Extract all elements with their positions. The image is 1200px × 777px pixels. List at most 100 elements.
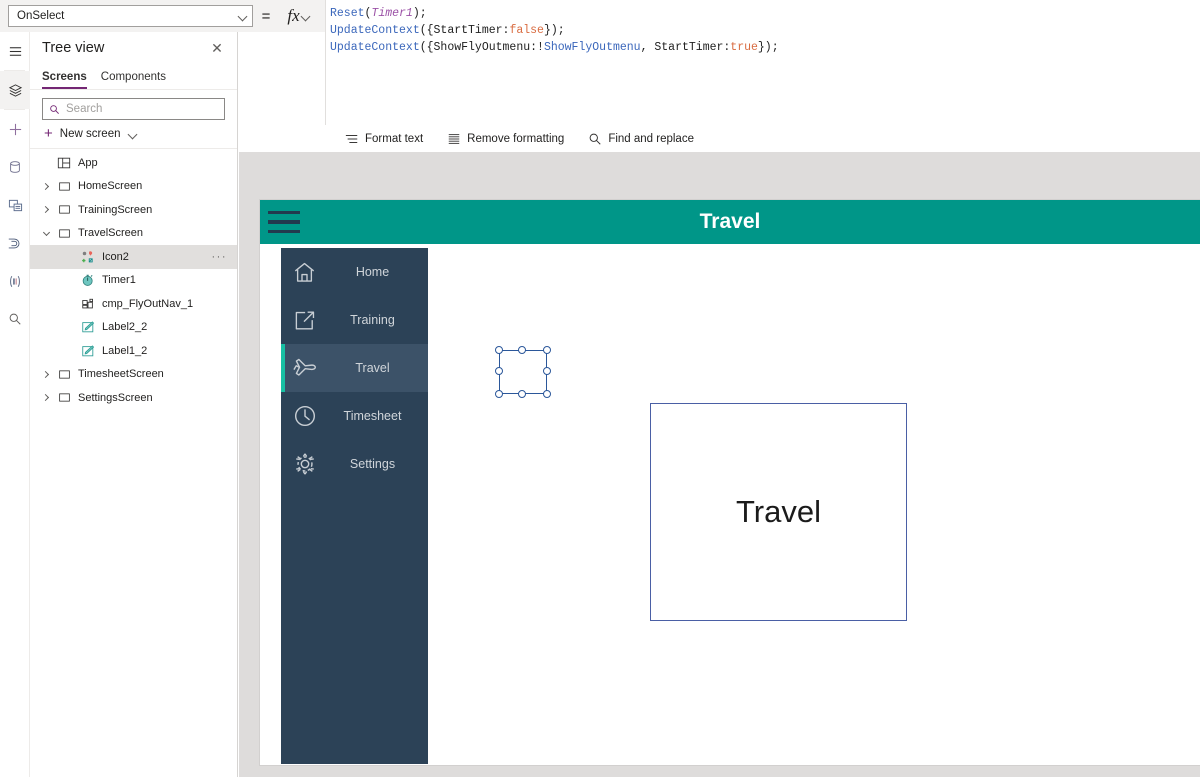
formula-token: Reset: [330, 7, 365, 20]
tree-item-trainingscreen[interactable]: TrainingScreen: [30, 198, 237, 222]
formula-token: ({StartTimer:: [420, 24, 510, 37]
home-icon: [284, 260, 325, 285]
remove-formatting-icon: [447, 132, 461, 146]
screen-icon: [54, 198, 74, 222]
tree-item-settingsscreen[interactable]: SettingsScreen: [30, 386, 237, 410]
formula-token: Timer1: [371, 7, 412, 20]
formula-line: Reset(Timer1);: [330, 5, 1196, 22]
tree-item-label: TravelScreen: [74, 227, 143, 239]
tree-view-search-wrap: Search: [30, 90, 237, 124]
nav-item-settings[interactable]: Settings: [281, 440, 428, 488]
search-icon: [8, 312, 22, 326]
remove-formatting-label: Remove formatting: [467, 133, 564, 145]
tab-components[interactable]: Components: [101, 71, 166, 89]
chevron-down-icon[interactable]: [38, 222, 54, 246]
gear-icon: [284, 451, 325, 477]
tree-arrow-placeholder: [62, 292, 78, 316]
chevron-right-icon[interactable]: [38, 386, 54, 410]
variables-icon-button[interactable]: [0, 262, 30, 300]
data-icon-button[interactable]: [0, 148, 30, 186]
formula-line: UpdateContext({StartTimer:false});: [330, 22, 1196, 39]
content-container[interactable]: Travel: [650, 403, 907, 621]
search-icon-button[interactable]: [0, 300, 30, 338]
fx-button[interactable]: fx: [279, 3, 319, 29]
find-and-replace-label: Find and replace: [608, 133, 694, 145]
chevron-right-icon[interactable]: [38, 175, 54, 199]
flyout-nav-menu: Home Training: [281, 248, 428, 764]
chevron-right-icon[interactable]: [38, 198, 54, 222]
app-header-title: Travel: [260, 200, 1200, 244]
tree-arrow-placeholder: [62, 339, 78, 363]
nav-item-timesheet[interactable]: Timesheet: [281, 392, 428, 440]
airplane-icon: [284, 355, 325, 382]
new-screen-button[interactable]: + New screen: [30, 124, 237, 149]
property-select-value: OnSelect: [17, 10, 239, 22]
tree-item-timer1[interactable]: Timer1: [30, 269, 237, 293]
component-icon: [78, 292, 98, 316]
tree-arrow-placeholder: [62, 245, 78, 269]
tree-item-icon2[interactable]: Icon2···: [30, 245, 237, 269]
tree-item-label: HomeScreen: [74, 180, 142, 192]
media-icon: [8, 198, 23, 213]
app-canvas[interactable]: Travel Home: [260, 200, 1200, 765]
hamburger-menu-icon-button[interactable]: [0, 32, 30, 70]
tree-item-label: TrainingScreen: [74, 204, 152, 216]
training-edit-icon: [284, 308, 325, 333]
format-text-label: Format text: [365, 133, 423, 145]
formula-token: });: [544, 24, 565, 37]
hamburger-bar: [268, 211, 300, 215]
nav-item-training-label: Training: [325, 313, 428, 327]
format-text-button[interactable]: Format text: [335, 129, 433, 149]
find-and-replace-button[interactable]: Find and replace: [578, 129, 704, 149]
close-icon[interactable]: ✕: [207, 38, 227, 58]
chevron-down-icon: [129, 130, 138, 139]
formula-text[interactable]: Reset(Timer1);UpdateContext({StartTimer:…: [330, 5, 1196, 56]
formula-toolbar: Format text Remove formatting Find and r…: [325, 125, 1200, 152]
search-input[interactable]: Search: [42, 98, 225, 120]
nav-item-travel[interactable]: Travel: [281, 344, 428, 392]
tree-item-app[interactable]: App: [30, 151, 237, 175]
tree-item-cmp_flyoutnav_1[interactable]: cmp_FlyOutNav_1: [30, 292, 237, 316]
power-automate-icon-button[interactable]: [0, 224, 30, 262]
insert-icon: [8, 122, 23, 137]
tree-item-label1_2[interactable]: Label1_2: [30, 339, 237, 363]
tree-view-icon-button[interactable]: [0, 71, 30, 109]
tree-view-tabs: Screens Components: [30, 64, 237, 90]
chevron-right-icon[interactable]: [38, 363, 54, 387]
hamburger-menu-icon: [8, 44, 23, 59]
fx-label: fx: [287, 6, 299, 26]
tree-item-label2_2[interactable]: Label2_2: [30, 316, 237, 340]
formula-line: UpdateContext({ShowFlyOutmenu:!ShowFlyOu…: [330, 39, 1196, 56]
tree-view-list: App HomeScreen TrainingScreen TravelScreen I…: [30, 149, 237, 410]
formula-token: false: [509, 24, 544, 37]
screen-icon: [54, 386, 74, 410]
tree-item-travelscreen[interactable]: TravelScreen: [30, 222, 237, 246]
insert-icon-button[interactable]: [0, 110, 30, 148]
nav-item-home[interactable]: Home: [281, 248, 428, 296]
tree-item-homescreen[interactable]: HomeScreen: [30, 175, 237, 199]
new-screen-label: New screen: [60, 128, 121, 140]
property-select-dropdown[interactable]: OnSelect: [8, 5, 253, 27]
format-text-icon: [345, 132, 359, 146]
tree-item-timesheetscreen[interactable]: TimesheetScreen: [30, 363, 237, 387]
tab-screens[interactable]: Screens: [42, 71, 87, 89]
media-icon-button[interactable]: [0, 186, 30, 224]
chevron-down-icon: [302, 12, 311, 21]
tree-item-label: App: [74, 157, 98, 169]
variables-icon: [8, 274, 22, 289]
clock-icon: [284, 403, 325, 429]
tree-item-more-menu-icon[interactable]: ···: [212, 245, 228, 269]
icon-control-icon: [78, 245, 98, 269]
tree-arrow-placeholder: [62, 316, 78, 340]
nav-item-home-label: Home: [325, 265, 428, 279]
screen-icon: [54, 363, 74, 387]
power-automate-icon: [7, 236, 23, 251]
hamburger-bar: [268, 220, 300, 224]
remove-formatting-button[interactable]: Remove formatting: [437, 129, 574, 149]
nav-item-training[interactable]: Training: [281, 296, 428, 344]
data-icon: [8, 160, 22, 174]
tree-view-title: Tree view: [42, 40, 207, 56]
equals-sign: =: [253, 8, 279, 25]
hamburger-menu-icon[interactable]: [260, 200, 308, 244]
find-replace-icon: [588, 132, 602, 146]
